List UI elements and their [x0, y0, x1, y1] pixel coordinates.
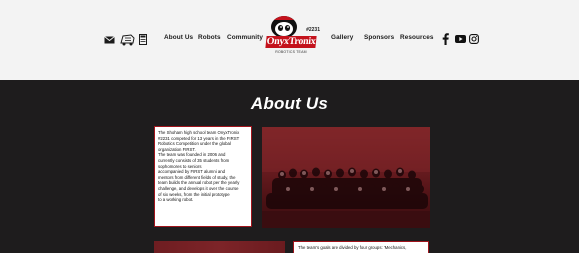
goals-text: The team's goals are divided by four gro…	[298, 245, 407, 250]
about-intro-box: The Shoham high school team OnyxTronix #…	[154, 126, 252, 227]
team-photo	[262, 127, 430, 228]
instagram-icon[interactable]	[469, 34, 479, 44]
logo-subtitle: ROBOTICS TEAM	[275, 50, 307, 54]
robot-icon[interactable]	[119, 33, 136, 46]
logo-team-number: #2231	[306, 27, 320, 33]
second-photo	[154, 241, 285, 253]
about-intro-line: The Shoham high school team OnyxTronix	[158, 130, 240, 135]
youtube-icon[interactable]	[455, 35, 466, 43]
site-header: About Us Robots Community #2231 OnyxTron…	[0, 0, 579, 80]
logo-brand: OnyxTronix	[265, 36, 317, 48]
about-intro-line: to a working robot.	[158, 197, 194, 203]
nav-resources[interactable]: Resources	[400, 34, 434, 41]
document-icon[interactable]	[139, 34, 147, 45]
facebook-icon[interactable]	[442, 33, 449, 45]
mail-icon[interactable]	[104, 36, 115, 44]
goals-text-box: The team's goals are divided by four gro…	[293, 241, 429, 253]
nav-about-us[interactable]: About Us	[164, 34, 193, 41]
nav-robots[interactable]: Robots	[198, 34, 221, 41]
site-logo[interactable]: #2231 OnyxTronix ROBOTICS TEAM	[262, 14, 320, 68]
about-title: About Us	[250, 94, 329, 113]
about-intro-line: challenge, and develops it over the cour…	[158, 185, 239, 191]
nav-community[interactable]: Community	[227, 34, 263, 41]
nav-gallery[interactable]: Gallery	[331, 34, 353, 41]
nav-sponsors[interactable]: Sponsors	[364, 34, 394, 41]
